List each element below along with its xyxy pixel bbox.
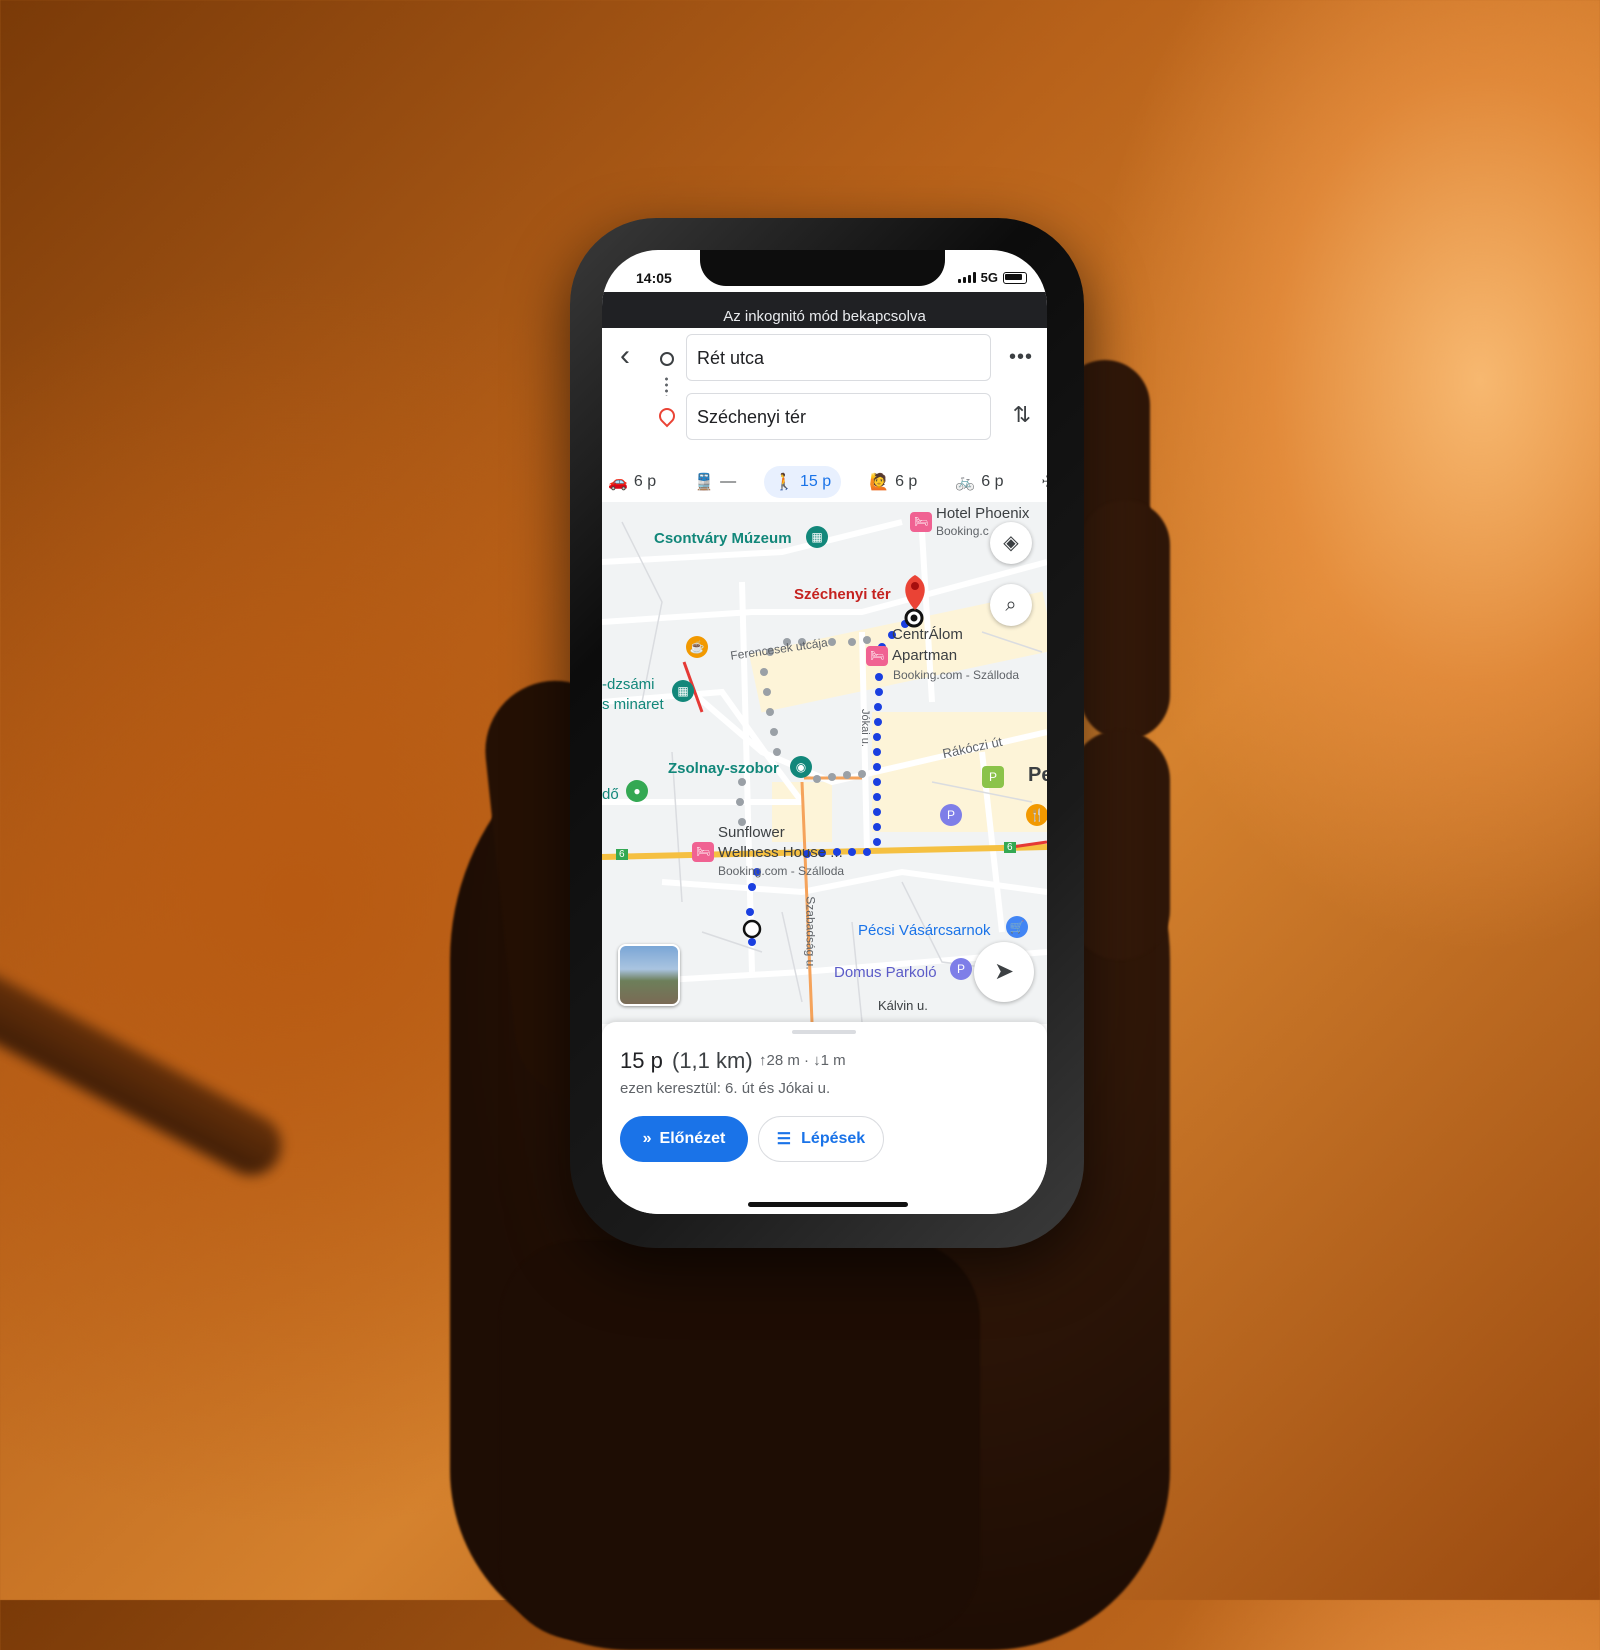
- map-label-centralom: CentrÁlom: [892, 626, 963, 643]
- map-label-booking-szalloda: Booking.com - Szálloda: [893, 668, 1020, 682]
- parking-icon[interactable]: P: [950, 958, 972, 980]
- route-dots-icon: [665, 376, 668, 396]
- map-view[interactable]: 🛏 Hotel Phoenix Booking.c Csontváry Múze…: [602, 502, 1047, 1024]
- map-label-zsolnay[interactable]: Zsolnay-szobor: [668, 760, 779, 777]
- map-label-apartman: Apartman: [892, 647, 958, 664]
- search-icon[interactable]: ⌕: [990, 584, 1032, 626]
- home-indicator[interactable]: [748, 1202, 908, 1207]
- more-options-icon[interactable]: •••: [1009, 346, 1033, 369]
- finger: [1080, 500, 1170, 740]
- list-icon: ☰: [776, 1131, 792, 1148]
- map-label-booking: Booking.c: [936, 524, 989, 538]
- route-shield-6: 6: [616, 849, 628, 860]
- network-label: 5G: [980, 270, 998, 285]
- car-icon: 🚗: [608, 474, 628, 491]
- preview-button[interactable]: » Előnézet: [620, 1116, 748, 1162]
- incognito-banner: Az inkognitó mód bekapcsolva: [602, 292, 1047, 328]
- phone-screen: 14:05 5G Az inkognitó mód bekapcsolva ‹ …: [602, 250, 1047, 1214]
- route-duration: 15 p: [620, 1048, 663, 1073]
- cafe-icon[interactable]: ☕: [686, 636, 708, 658]
- map-label-szechenyi[interactable]: Széchenyi tér: [794, 586, 891, 603]
- destination-pin-icon: [655, 404, 679, 428]
- tab-transit[interactable]: 🚆 —: [684, 466, 746, 498]
- hotel-icon[interactable]: 🛏: [910, 512, 932, 532]
- walk-icon: 🚶: [774, 474, 795, 491]
- landmark-icon[interactable]: ▦: [672, 680, 694, 702]
- museum-icon[interactable]: ▦: [806, 526, 828, 548]
- map-label-pe: Pe: [1028, 764, 1047, 786]
- map-label-csontvary[interactable]: Csontváry Múzeum: [654, 530, 792, 547]
- shopping-cart-icon[interactable]: 🛒: [1006, 916, 1028, 938]
- origin-field[interactable]: Rét utca: [686, 334, 991, 381]
- finger: [1070, 730, 1170, 960]
- steps-button[interactable]: ☰ Lépések: [758, 1116, 884, 1162]
- hotel-icon[interactable]: 🛏: [866, 646, 888, 666]
- map-label-booking-szalloda-2: Booking.com - Szálloda: [718, 864, 845, 878]
- status-time: 14:05: [636, 270, 672, 286]
- background-pen: [0, 954, 292, 1186]
- map-label-minaret: s minaret: [602, 696, 664, 713]
- origin-circle-icon: [660, 352, 674, 366]
- bike-icon: 🚲: [955, 474, 976, 491]
- destination-field[interactable]: Széchenyi tér: [686, 393, 991, 440]
- hotel-icon[interactable]: 🛏: [692, 842, 714, 862]
- park-pin-icon[interactable]: ●: [626, 780, 648, 802]
- flight-icon: ✈: [1042, 472, 1048, 492]
- tab-ride[interactable]: 🙋 6 p: [859, 466, 927, 498]
- transit-icon: 🚆: [694, 474, 715, 491]
- travel-mode-tabs: 🚗6 p 🚆— 🚶15 p 🙋6 p 🚲6 p ✈—: [602, 460, 1047, 504]
- wrist: [500, 1240, 980, 1640]
- tab-walk[interactable]: 🚶 15 p: [764, 466, 842, 498]
- back-arrow-icon[interactable]: ‹: [620, 341, 630, 371]
- tab-flight[interactable]: ✈—: [1032, 466, 1048, 498]
- layers-icon[interactable]: ◈: [990, 522, 1032, 564]
- map-label-sunflower: Sunflower: [718, 824, 785, 841]
- restaurant-icon[interactable]: 🍴: [1026, 804, 1047, 826]
- directions-panel: ‹ Rét utca Széchenyi tér ••• ⇅: [602, 330, 1047, 460]
- battery-icon: [1003, 271, 1027, 284]
- double-chevron-icon: »: [642, 1130, 652, 1147]
- map-label-domus[interactable]: Domus Parkoló: [834, 964, 937, 981]
- map-label-vasarcsarnok[interactable]: Pécsi Vásárcsarnok: [858, 922, 991, 939]
- ride-icon: 🙋: [869, 474, 890, 491]
- notch: [700, 250, 945, 286]
- camera-icon[interactable]: ◉: [790, 756, 812, 778]
- map-label-hotel-phoenix: Hotel Phoenix: [936, 505, 1030, 522]
- parking-icon[interactable]: P: [940, 804, 962, 826]
- route-elevation: ↑28 m · ↓1 m: [759, 1052, 846, 1069]
- status-icons: 5G: [957, 270, 1027, 285]
- map-label-do: dő: [602, 786, 619, 803]
- parking-area-icon: P: [982, 766, 1004, 788]
- route-via: ezen keresztül: 6. út és Jókai u.: [620, 1080, 831, 1097]
- map-label-dzsami: -dzsámi: [602, 676, 655, 693]
- tab-drive[interactable]: 🚗 6 p: [602, 466, 666, 498]
- map-label-szabadsag: Szabadság u.: [803, 896, 818, 970]
- tab-bike[interactable]: 🚲 6 p: [945, 466, 1013, 498]
- route-distance: (1,1 km): [672, 1048, 753, 1073]
- navigation-arrow-icon[interactable]: ➤: [974, 942, 1034, 1002]
- signal-icon: [957, 272, 976, 283]
- map-label-jokai: Jókai u.: [858, 709, 871, 747]
- route-shield-6: 6: [1004, 842, 1016, 853]
- route-summary-sheet: 15 p (1,1 km) ↑28 m · ↓1 m ezen keresztü…: [602, 1022, 1047, 1214]
- drag-handle[interactable]: [792, 1030, 856, 1034]
- street-view-thumbnail[interactable]: [618, 944, 680, 1006]
- map-label-wellness: Wellness House ...: [718, 844, 843, 861]
- swap-direction-icon[interactable]: ⇅: [1013, 402, 1031, 428]
- map-label-kalvin: Kálvin u.: [878, 998, 928, 1013]
